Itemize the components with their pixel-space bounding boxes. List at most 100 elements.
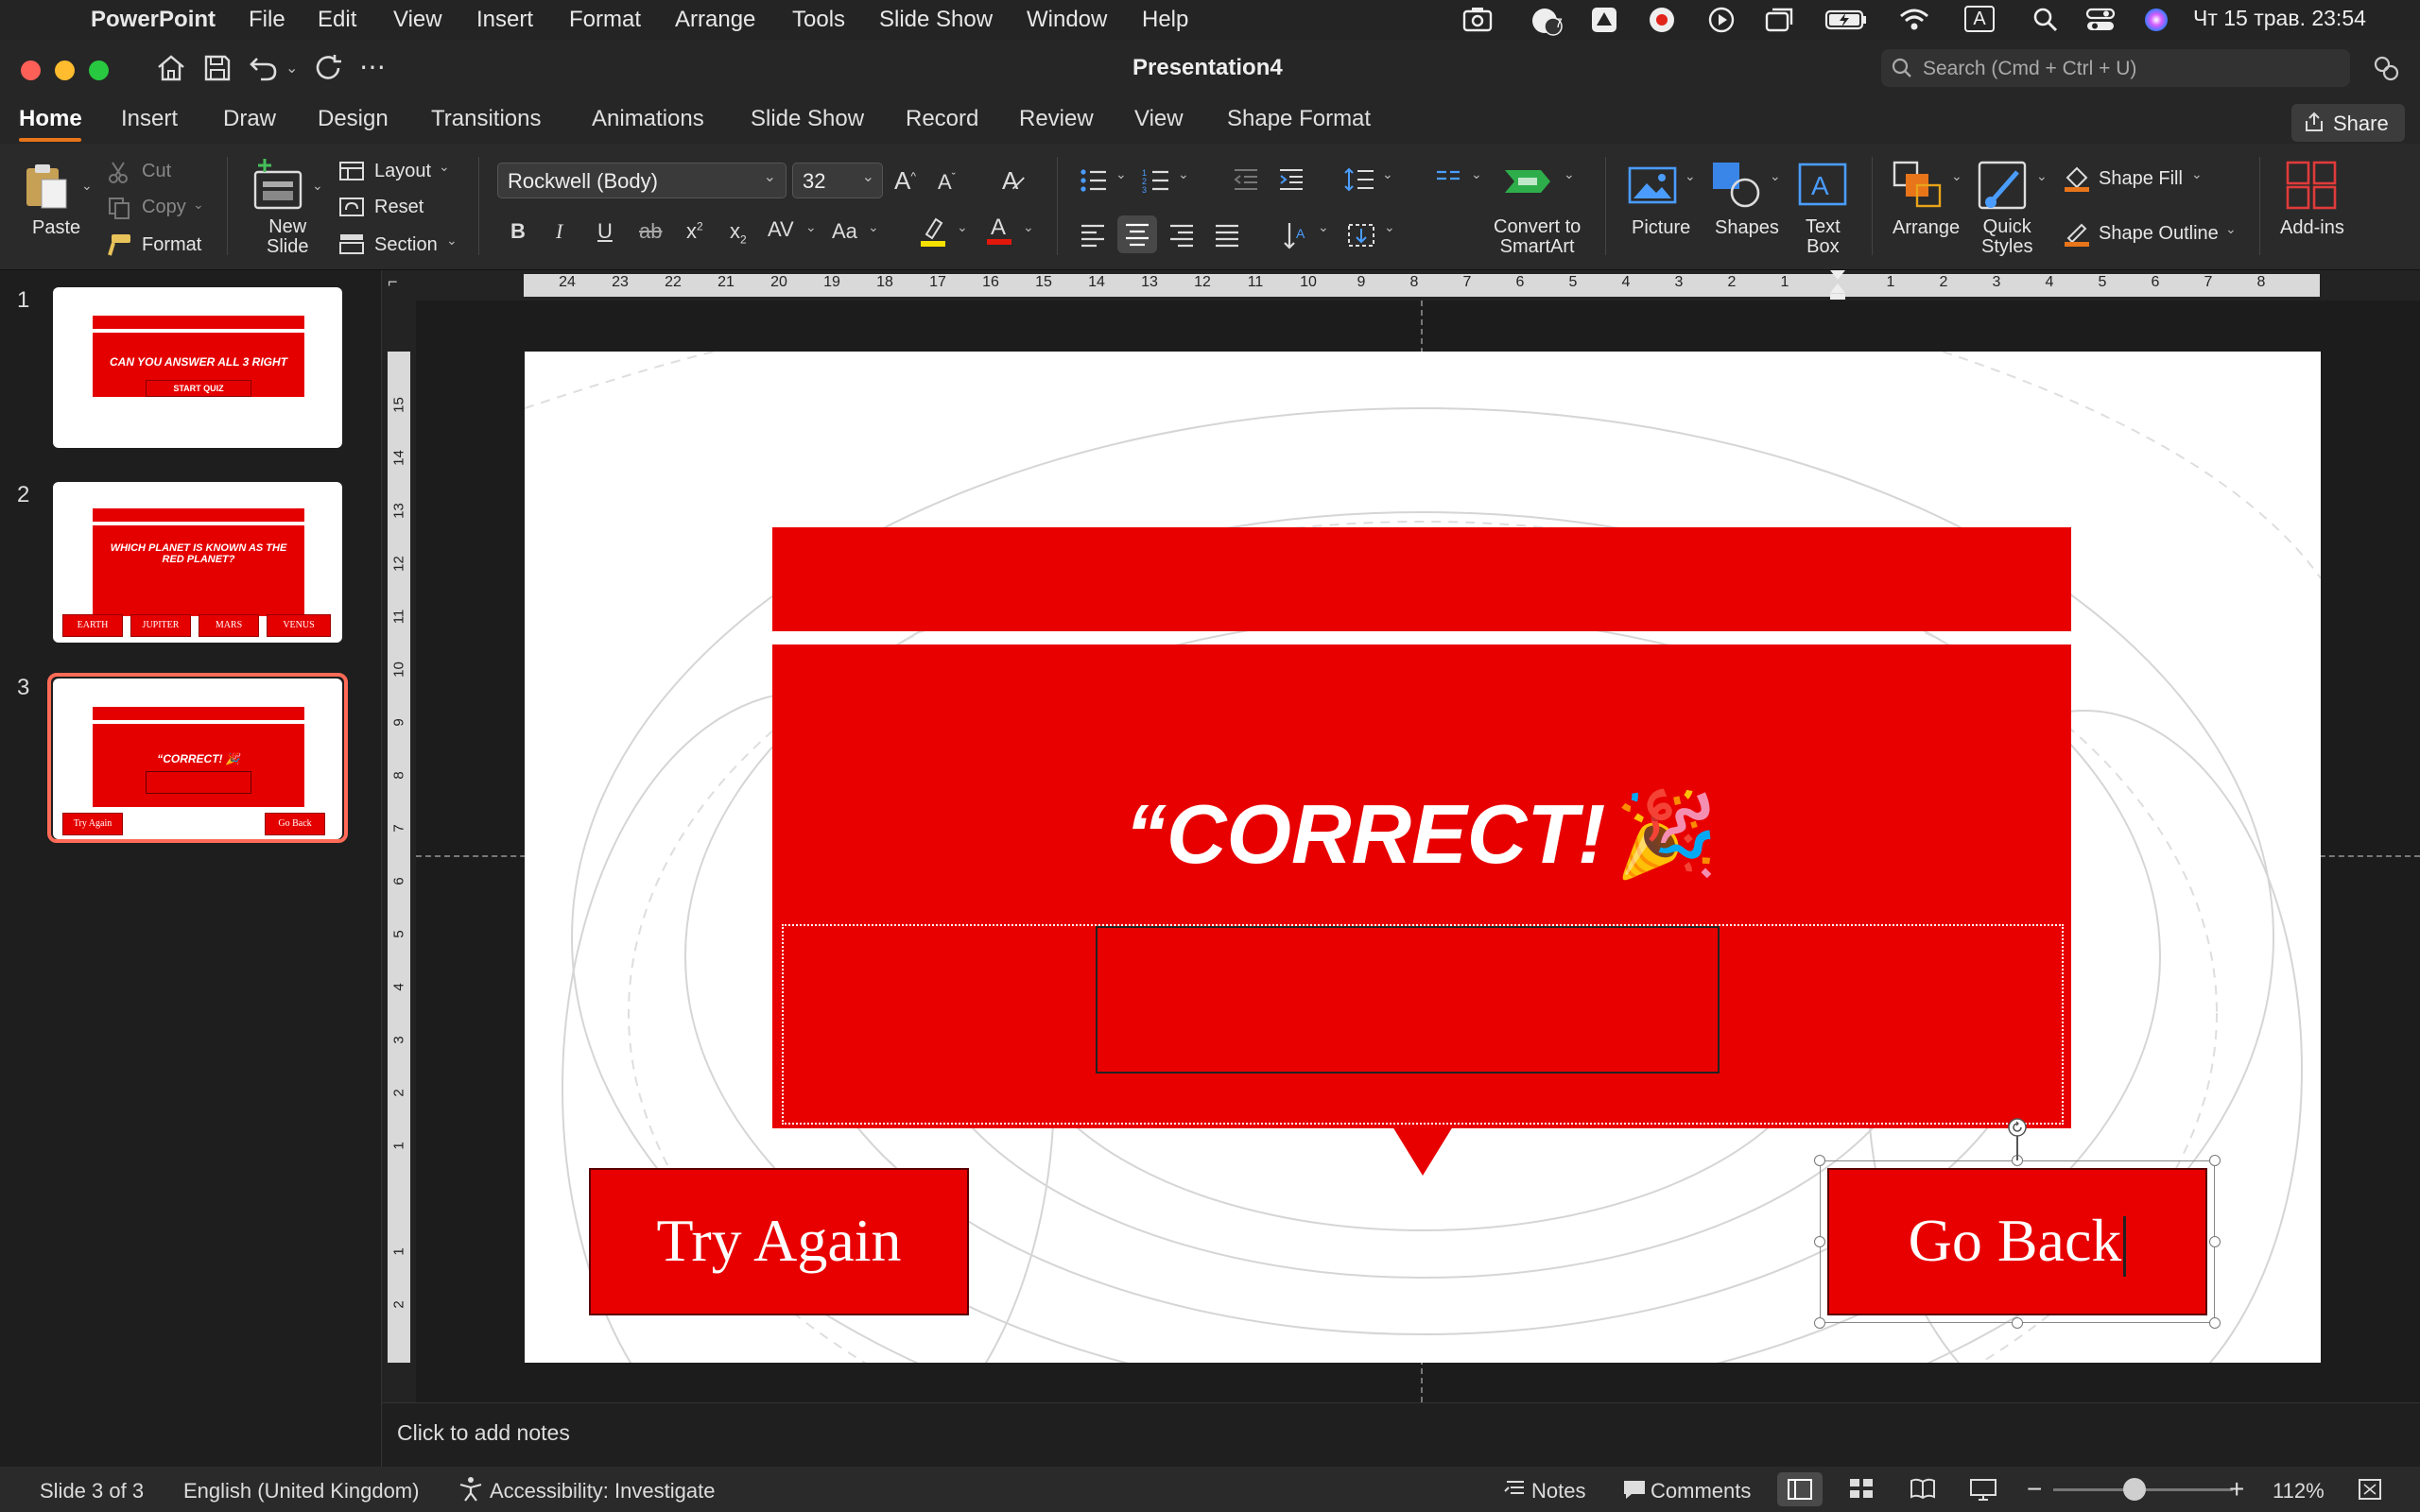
decrease-indent-icon[interactable]: [1233, 168, 1259, 196]
decrease-font-size-icon[interactable]: Aˇ: [938, 170, 956, 195]
arrange-chevron-icon[interactable]: ⌄: [1951, 168, 1962, 184]
copy-icon[interactable]: [108, 197, 130, 224]
quick-styles-icon[interactable]: [1978, 161, 2031, 216]
resize-handle-bottom-right[interactable]: [2209, 1317, 2221, 1329]
change-case-icon[interactable]: Aa: [832, 219, 857, 244]
menu-help[interactable]: Help: [1142, 7, 1188, 33]
notes-pane[interactable]: Click to add notes: [382, 1402, 2420, 1467]
copilot-icon[interactable]: [2371, 53, 2401, 88]
vertical-ruler[interactable]: 15 14 13 12 11 10 9 8 7 6 5 4 3 2 1 1 2: [382, 301, 416, 1402]
font-size-combobox[interactable]: 32 ⌄: [792, 163, 883, 198]
line-spacing-chevron-icon[interactable]: ⌄: [1382, 166, 1393, 182]
menu-format[interactable]: Format: [569, 7, 641, 33]
correct-headline[interactable]: “CORRECT! 🎉: [772, 786, 2071, 884]
tab-shape-format[interactable]: Shape Format: [1227, 106, 1371, 132]
bold-icon[interactable]: B: [510, 219, 526, 244]
notes-toggle-icon[interactable]: [1503, 1478, 1528, 1506]
paste-dropdown-chevron-icon[interactable]: ⌄: [81, 178, 93, 194]
convert-smartart-icon[interactable]: [1503, 164, 1554, 207]
font-color-icon[interactable]: A: [985, 214, 1013, 250]
layout-label[interactable]: Layout: [374, 161, 431, 182]
align-right-icon[interactable]: [1168, 223, 1195, 252]
text-box-icon[interactable]: A: [1796, 161, 1849, 213]
drive-icon[interactable]: [1590, 6, 1618, 40]
window-icon[interactable]: [1764, 6, 1794, 40]
shape-outline-chevron-icon[interactable]: ⌄: [2225, 221, 2237, 237]
accessibility-status[interactable]: Accessibility: Investigate: [490, 1479, 715, 1503]
zoom-window-button[interactable]: [89, 60, 109, 80]
shape-fill-label[interactable]: Shape Fill: [2099, 168, 2183, 190]
columns-chevron-icon[interactable]: ⌄: [1471, 166, 1482, 182]
character-spacing-icon[interactable]: AV: [768, 217, 794, 242]
shape-outline-icon[interactable]: [2063, 219, 2091, 252]
align-text-icon[interactable]: [1346, 221, 1376, 254]
arrange-icon[interactable]: [1893, 161, 1944, 213]
convert-smartart-chevron-icon[interactable]: ⌄: [1564, 166, 1575, 182]
new-slide-icon[interactable]: [250, 157, 306, 216]
new-slide-dropdown-chevron-icon[interactable]: ⌄: [312, 178, 323, 194]
try-again-button[interactable]: Try Again: [589, 1168, 969, 1315]
picture-chevron-icon[interactable]: ⌄: [1685, 168, 1696, 184]
character-spacing-chevron-icon[interactable]: ⌄: [805, 219, 817, 235]
input-source-icon[interactable]: A: [1964, 6, 1995, 32]
text-direction-icon[interactable]: A: [1282, 221, 1310, 254]
section-dropdown-chevron-icon[interactable]: ⌄: [446, 232, 458, 249]
cut-icon[interactable]: [108, 161, 129, 188]
siri-icon[interactable]: [2142, 6, 2170, 40]
tab-insert[interactable]: Insert: [121, 106, 178, 132]
highlight-chevron-icon[interactable]: ⌄: [957, 219, 968, 235]
shape-fill-icon[interactable]: [2063, 164, 2091, 198]
zoom-slider-thumb[interactable]: [2123, 1478, 2146, 1501]
italic-icon[interactable]: I: [556, 219, 562, 244]
subscript-icon[interactable]: x2: [730, 219, 747, 246]
shapes-chevron-icon[interactable]: ⌄: [1770, 168, 1781, 184]
comments-icon[interactable]: [1622, 1478, 1647, 1506]
resize-handle-top-right[interactable]: [2209, 1155, 2221, 1166]
add-ins-icon[interactable]: [2286, 161, 2339, 215]
reading-view-icon[interactable]: [1910, 1478, 1936, 1504]
columns-icon[interactable]: [1435, 168, 1461, 194]
tab-transitions[interactable]: Transitions: [431, 106, 541, 132]
paste-icon[interactable]: [23, 161, 72, 216]
numbering-icon[interactable]: 123: [1142, 168, 1170, 198]
resize-handle-left[interactable]: [1814, 1236, 1825, 1247]
reset-label[interactable]: Reset: [374, 197, 424, 218]
font-name-combobox[interactable]: Rockwell (Body) ⌄: [497, 163, 786, 198]
clear-formatting-icon[interactable]: A̷: [1002, 166, 1018, 196]
superscript-icon[interactable]: x2: [686, 219, 703, 244]
numbering-chevron-icon[interactable]: ⌄: [1178, 166, 1189, 182]
tab-animations[interactable]: Animations: [592, 106, 704, 132]
reset-icon[interactable]: [338, 197, 365, 222]
menubar-clock[interactable]: Чт 15 трав. 23:54: [2193, 6, 2366, 31]
control-center-icon[interactable]: [2085, 6, 2116, 40]
title-banner-bar[interactable]: [772, 527, 2071, 631]
menu-edit[interactable]: Edit: [318, 7, 356, 33]
language-status[interactable]: English (United Kingdom): [183, 1479, 419, 1503]
zoom-in-icon[interactable]: +: [2229, 1474, 2244, 1504]
format-painter-label[interactable]: Format: [142, 234, 201, 256]
shape-outline-label[interactable]: Shape Outline: [2099, 223, 2219, 245]
increase-font-size-icon[interactable]: A^: [894, 166, 916, 196]
new-slide-label[interactable]: New Slide: [267, 217, 308, 257]
slide-show-view-icon[interactable]: [1970, 1478, 1996, 1506]
wifi-icon[interactable]: [1898, 6, 1930, 40]
zoom-out-icon[interactable]: −: [2027, 1474, 2042, 1504]
arrange-label[interactable]: Arrange: [1893, 217, 1960, 239]
menu-file[interactable]: File: [249, 7, 285, 33]
text-box-label[interactable]: Text Box: [1806, 217, 1841, 257]
resize-handle-right[interactable]: [2209, 1236, 2221, 1247]
battery-icon[interactable]: [1824, 6, 1868, 40]
fit-to-window-icon[interactable]: [2358, 1478, 2382, 1506]
slide-thumbnail-3[interactable]: “CORRECT! 🎉 Try Again Go Back: [53, 679, 342, 839]
highlight-color-icon[interactable]: [919, 215, 947, 252]
play-icon[interactable]: [1707, 6, 1736, 40]
app-tray-icon[interactable]: [1647, 6, 1677, 40]
add-ins-label[interactable]: Add-ins: [2280, 217, 2344, 239]
copy-dropdown-chevron-icon[interactable]: ⌄: [193, 197, 204, 213]
menu-tools[interactable]: Tools: [792, 7, 845, 33]
menu-arrange[interactable]: Arrange: [675, 7, 755, 33]
cut-label[interactable]: Cut: [142, 161, 171, 182]
close-window-button[interactable]: [21, 60, 41, 80]
resize-handle-top-left[interactable]: [1814, 1155, 1825, 1166]
bullets-chevron-icon[interactable]: ⌄: [1115, 166, 1127, 182]
